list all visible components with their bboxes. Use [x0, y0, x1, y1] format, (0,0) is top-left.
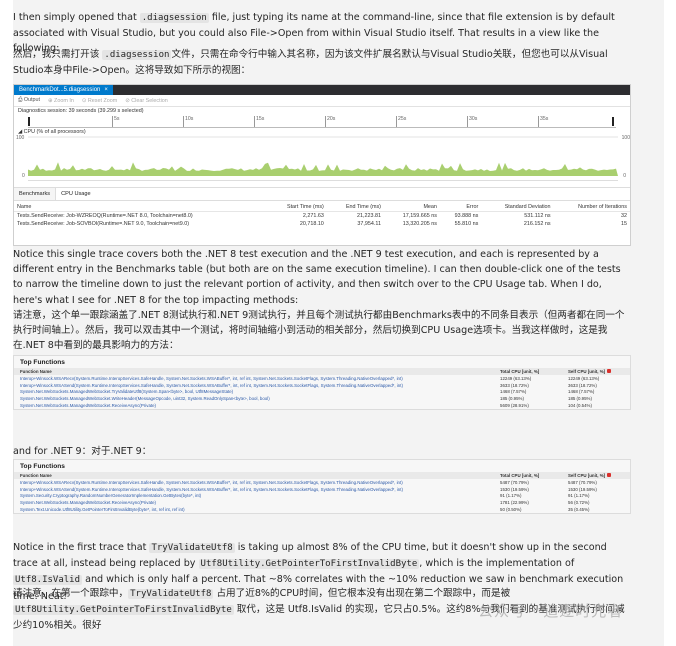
table-row[interactable]: Interop+Winsock.WSARecv(System.Runtime.I… — [14, 479, 630, 486]
tab-benchmarks[interactable]: Benchmarks — [14, 188, 57, 200]
zoom-in-button[interactable]: ⊕ Zoom In — [48, 98, 74, 104]
cpu-usage-plot — [28, 136, 618, 176]
hot-path-icon — [607, 369, 612, 373]
tick-label: 15s — [256, 116, 265, 122]
table-row[interactable]: System.Net.WebSockets.ManagedWebSocket.R… — [14, 499, 630, 506]
axis-min-label-right: 0 — [623, 173, 626, 179]
cpu-usage-area — [28, 162, 618, 176]
axis-max-label-right: 100 — [621, 135, 630, 141]
table-row[interactable]: Interop+Winsock.WSASend(System.Runtime.I… — [14, 382, 630, 389]
cpu-usage-graph[interactable]: 100 0 100 0 — [16, 135, 630, 181]
table-header-row: Function Name Total CPU [unit, %] Self C… — [14, 472, 630, 479]
table-header-row: Name Start Time (ms) End Time (ms) Mean … — [14, 203, 630, 212]
close-icon[interactable]: × — [104, 85, 108, 95]
column-header[interactable]: Function Name — [14, 472, 494, 479]
paragraph-trace-explanation: Notice this single trace covers both the… — [13, 249, 621, 306]
diagsession-tab[interactable]: BenchmarkDot...5.diagsession × — [14, 85, 113, 95]
table-row[interactable]: Interop+Winsock.WSASend(System.Runtime.I… — [14, 486, 630, 493]
axis-min-label: 0 — [22, 173, 25, 179]
column-header[interactable]: Total CPU [unit, %] — [494, 368, 562, 375]
reset-zoom-button[interactable]: ⊙ Reset Zoom — [82, 98, 117, 104]
watermark: 公众号 · 追逐时光者 — [478, 602, 624, 620]
timeline-end-handle[interactable] — [612, 117, 614, 126]
zoom-in-icon: ⊕ — [48, 97, 53, 104]
column-header[interactable]: Mean — [383, 203, 440, 212]
column-header[interactable]: End Time (ms) — [326, 203, 384, 212]
axis-max-label: 100 — [16, 135, 25, 141]
panel-title: Top Functions — [20, 359, 65, 366]
reset-zoom-icon: ⊙ — [81, 97, 87, 104]
table-row[interactable]: Tests.SendReceive: Job-WZREOQ(Runtime=.N… — [14, 212, 630, 221]
column-header[interactable]: Self CPU [unit, %] — [562, 472, 630, 479]
table-row[interactable]: System.Net.WebSockets.ManagedWebSocket.R… — [14, 402, 630, 409]
inline-code: Utf8.IsValid — [13, 575, 83, 586]
benchmarks-table: Name Start Time (ms) End Time (ms) Mean … — [14, 203, 630, 228]
column-header[interactable]: Start Time (ms) — [267, 203, 327, 212]
inline-code: .diagsession — [139, 13, 209, 23]
clear-selection-button[interactable]: ⊘ Clear Selection — [125, 98, 168, 104]
top-functions-table: Function Name Total CPU [unit, %] Self C… — [14, 368, 630, 409]
tick-label: 25s — [398, 116, 407, 122]
paragraph-open-diagsession-zh: 然后，我只需打开该 .diagsession 文件，只需在命令行中输入其名称，因为… — [13, 49, 608, 77]
diagnostics-toolbar: ⎙ Output ⊕ Zoom In ⊙ Reset Zoom ⊘ Clear … — [14, 95, 630, 107]
inline-code: Utf8Utility.GetPointerToFirstInvalidByte — [198, 559, 420, 570]
column-header[interactable]: Self CPU [unit, %] — [562, 368, 630, 375]
detail-tabs: Benchmarks CPU Usage — [14, 187, 630, 201]
column-header[interactable]: Function Name — [14, 368, 494, 375]
output-icon: ⎙ — [18, 97, 23, 103]
table-row[interactable]: System.Security.Cryptography.RandomNumbe… — [14, 493, 630, 500]
table-row[interactable]: System.Net.WebSockets.ManagedWebSocket.T… — [14, 389, 630, 396]
top-functions-table: Function Name Total CPU [unit, %] Self C… — [14, 472, 630, 513]
table-row[interactable]: System.Net.WebSockets.ManagedWebSocket.W… — [14, 395, 630, 402]
tick-label: 30s — [469, 116, 478, 122]
hot-path-icon — [607, 473, 612, 477]
visual-studio-diagnostics-window: BenchmarkDot...5.diagsession × ⎙ Output ⊕… — [13, 84, 631, 246]
clear-selection-icon: ⊘ — [125, 97, 130, 104]
tick-label: 5s — [114, 116, 120, 122]
tick-label: 35s — [540, 116, 549, 122]
cpu-graph-label[interactable]: ◢ CPU (% of all processors) — [14, 128, 630, 136]
table-row[interactable]: Interop+Winsock.WSARecv(System.Runtime.I… — [14, 375, 630, 382]
tab-cpu-usage[interactable]: CPU Usage — [56, 188, 96, 200]
column-header[interactable]: Number of Iterations — [553, 203, 630, 212]
document-tab-bar: BenchmarkDot...5.diagsession × — [14, 85, 630, 95]
tick-label: 10s — [185, 116, 194, 122]
inline-code: TryValidateUtf8 — [149, 543, 235, 553]
paragraph-net9-intro: and for .NET 9：对于.NET 9： — [13, 446, 152, 457]
table-header-row: Function Name Total CPU [unit, %] Self C… — [14, 368, 630, 375]
column-header[interactable]: Name — [14, 203, 268, 212]
timeline-start-handle[interactable] — [28, 117, 30, 126]
paragraph-trace-explanation-zh: 请注意，这个单一跟踪涵盖了.NET 8测试执行和.NET 9测试执行，并且每个测… — [13, 310, 625, 352]
column-header[interactable]: Error — [439, 203, 482, 212]
table-row[interactable]: System.Text.Unicode.Utf8Utility.GetPoint… — [14, 506, 630, 513]
column-header[interactable]: Total CPU [unit, %] — [494, 472, 562, 479]
top-functions-net9: Top Functions Function Name Total CPU [u… — [13, 459, 631, 514]
output-button[interactable]: ⎙ Output — [18, 97, 40, 104]
timeline-ruler[interactable]: 5s 10s 15s 20s 25s 30s 35s — [28, 116, 616, 128]
top-functions-net8: Top Functions Function Name Total CPU [u… — [13, 355, 631, 410]
inline-code: TryValidateUtf8 — [128, 589, 214, 599]
inline-code: Utf8Utility.GetPointerToFirstInvalidByte — [13, 605, 234, 616]
table-row[interactable]: Tests.SendReceive: Job-SOVBOI(Runtime=.N… — [14, 220, 630, 228]
panel-title: Top Functions — [20, 463, 65, 470]
inline-code: .diagsession — [102, 50, 172, 60]
session-duration: Diagnostics session: 39 seconds (39.299 … — [18, 108, 144, 114]
tick-label: 20s — [327, 116, 336, 122]
column-header[interactable]: Standard Deviation — [481, 203, 554, 212]
